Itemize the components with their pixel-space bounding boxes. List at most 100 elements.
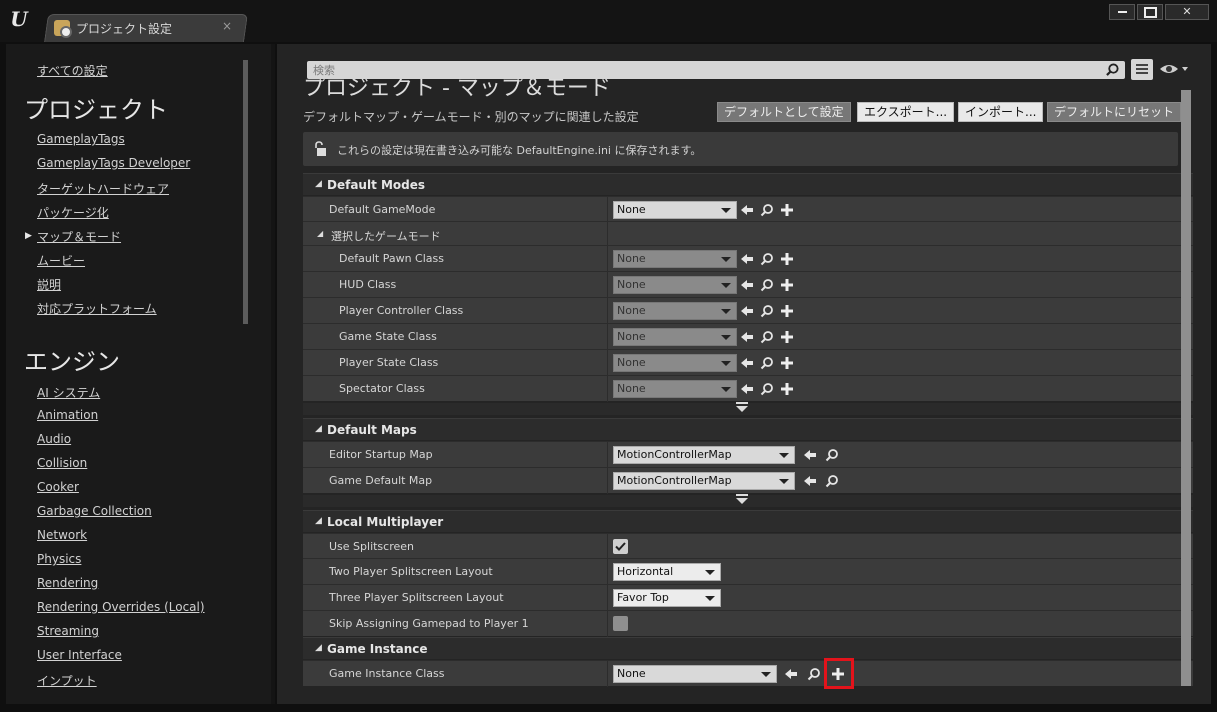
sidebar-item-network[interactable]: Network — [37, 528, 87, 542]
player-state-dropdown[interactable]: None — [613, 354, 737, 372]
section-game-instance[interactable]: ◢ Game Instance — [303, 637, 1193, 659]
sidebar-all-settings[interactable]: すべての設定 — [37, 62, 108, 79]
expand-down-icon[interactable] — [736, 402, 748, 412]
sidebar-item-target-hardware[interactable]: ターゲットハードウェア — [37, 180, 169, 197]
game-default-map-dropdown[interactable]: MotionControllerMap — [613, 472, 795, 490]
add-plus-icon[interactable] — [780, 203, 794, 217]
add-plus-icon[interactable] — [780, 330, 794, 344]
property-label: Player State Class — [339, 356, 439, 369]
editor-startup-map-dropdown[interactable]: MotionControllerMap — [613, 446, 795, 464]
browse-search-icon[interactable] — [807, 667, 821, 681]
collapse-arrow-icon[interactable]: ◢ — [315, 424, 322, 434]
sidebar-item-input[interactable]: インプット — [37, 672, 97, 689]
section-title: Local Multiplayer — [327, 515, 444, 529]
use-selected-arrow-icon[interactable] — [740, 356, 754, 370]
collapse-arrow-icon[interactable]: ◢ — [315, 179, 322, 189]
spectator-class-dropdown[interactable]: None — [613, 380, 737, 398]
add-plus-icon[interactable] — [780, 304, 794, 318]
browse-search-icon[interactable] — [760, 304, 774, 318]
sidebar-scrollbar[interactable] — [243, 60, 248, 324]
use-selected-arrow-icon[interactable] — [740, 203, 754, 217]
two-player-layout-dropdown[interactable]: Horizontal — [613, 563, 721, 581]
add-plus-icon[interactable] — [780, 278, 794, 292]
expand-down-icon[interactable] — [736, 494, 748, 504]
sidebar-item-packaging[interactable]: パッケージ化 — [37, 204, 109, 221]
sidebar-item-collision[interactable]: Collision — [37, 456, 87, 470]
use-selected-arrow-icon[interactable] — [740, 252, 754, 266]
browse-search-icon[interactable] — [760, 278, 774, 292]
sidebar-item-supported-platforms[interactable]: 対応プラットフォーム — [37, 300, 157, 317]
selected-arrow-icon: ▶ — [25, 231, 32, 241]
use-selected-arrow-icon[interactable] — [740, 304, 754, 318]
sidebar-item-gameplaytags-developer[interactable]: GameplayTags Developer — [37, 156, 190, 170]
three-player-layout-dropdown[interactable]: Favor Top — [613, 589, 721, 607]
property-label: Game Instance Class — [329, 667, 445, 680]
skip-gamepad-checkbox[interactable] — [613, 616, 628, 631]
property-row-hud-class: HUD Class None — [303, 271, 1193, 298]
sidebar-item-physics[interactable]: Physics — [37, 552, 81, 566]
property-row-game-default-map: Game Default Map MotionControllerMap — [303, 467, 1193, 494]
reset-to-defaults-button[interactable]: デフォルトにリセット — [1047, 102, 1182, 122]
game-instance-class-dropdown[interactable]: None — [613, 665, 777, 683]
game-state-dropdown[interactable]: None — [613, 328, 737, 346]
sidebar-item-animation[interactable]: Animation — [37, 408, 98, 422]
import-button[interactable]: インポート... — [958, 102, 1044, 122]
notice-text: これらの設定は現在書き込み可能な DefaultEngine.ini に保存され… — [337, 144, 702, 157]
show-advanced-expander[interactable] — [303, 494, 1193, 507]
sidebar-item-cooker[interactable]: Cooker — [37, 480, 79, 494]
add-plus-icon[interactable] — [780, 382, 794, 396]
collapse-arrow-icon[interactable]: ◢ — [317, 229, 323, 238]
hud-class-dropdown[interactable]: None — [613, 276, 737, 294]
set-as-default-button[interactable]: デフォルトとして設定 — [717, 102, 851, 122]
add-plus-icon[interactable] — [780, 356, 794, 370]
default-gamemode-dropdown[interactable]: None — [613, 201, 737, 219]
collapse-arrow-icon[interactable]: ◢ — [315, 516, 322, 526]
maximize-button[interactable] — [1137, 4, 1163, 20]
use-selected-arrow-icon[interactable] — [803, 448, 817, 462]
sidebar-item-gameplaytags[interactable]: GameplayTags — [37, 132, 125, 146]
section-default-maps[interactable]: ◢ Default Maps — [303, 418, 1193, 440]
details-scrollbar[interactable] — [1181, 90, 1191, 686]
browse-search-icon[interactable] — [760, 382, 774, 396]
sidebar-item-user-interface[interactable]: User Interface — [37, 648, 122, 662]
list-view-icon[interactable] — [1131, 59, 1153, 80]
show-advanced-expander[interactable] — [303, 402, 1193, 415]
panel-splitter[interactable] — [271, 44, 275, 704]
add-plus-icon[interactable] — [780, 252, 794, 266]
sidebar-item-description[interactable]: 説明 — [37, 276, 61, 293]
browse-search-icon[interactable] — [760, 203, 774, 217]
sidebar-item-maps-modes[interactable]: マップ＆モード — [37, 228, 121, 245]
export-button[interactable]: エクスポート... — [857, 102, 955, 122]
default-pawn-dropdown[interactable]: None — [613, 250, 737, 268]
use-selected-arrow-icon[interactable] — [740, 330, 754, 344]
browse-search-icon[interactable] — [760, 330, 774, 344]
use-selected-arrow-icon[interactable] — [784, 667, 798, 681]
search-icon[interactable] — [1106, 63, 1119, 76]
search-input[interactable] — [313, 61, 1093, 79]
browse-search-icon[interactable] — [825, 474, 839, 488]
use-selected-arrow-icon[interactable] — [740, 278, 754, 292]
sidebar-item-audio[interactable]: Audio — [37, 432, 71, 446]
tab-close-icon[interactable]: × — [222, 19, 232, 33]
sidebar-item-rendering[interactable]: Rendering — [37, 576, 98, 590]
eye-visibility-icon[interactable] — [1159, 61, 1189, 77]
collapse-arrow-icon[interactable]: ◢ — [315, 643, 322, 653]
property-group-selected-gamemode[interactable]: ◢ 選択したゲームモード — [303, 221, 1193, 248]
use-selected-arrow-icon[interactable] — [740, 382, 754, 396]
sidebar-item-movies[interactable]: ムービー — [37, 252, 85, 269]
sidebar-item-streaming[interactable]: Streaming — [37, 624, 99, 638]
player-controller-dropdown[interactable]: None — [613, 302, 737, 320]
browse-search-icon[interactable] — [825, 448, 839, 462]
use-selected-arrow-icon[interactable] — [803, 474, 817, 488]
browse-search-icon[interactable] — [760, 252, 774, 266]
minimize-button[interactable] — [1109, 4, 1135, 20]
section-local-multiplayer[interactable]: ◢ Local Multiplayer — [303, 510, 1193, 532]
use-splitscreen-checkbox[interactable] — [613, 539, 628, 554]
sidebar-item-ai-system[interactable]: AI システム — [37, 384, 100, 401]
browse-search-icon[interactable] — [760, 356, 774, 370]
sidebar-item-garbage-collection[interactable]: Garbage Collection — [37, 504, 152, 518]
close-window-button[interactable]: ✕ — [1165, 4, 1209, 20]
sidebar-item-rendering-overrides[interactable]: Rendering Overrides (Local) — [37, 600, 205, 614]
section-default-modes[interactable]: ◢ Default Modes — [303, 173, 1193, 195]
search-box[interactable] — [307, 61, 1125, 79]
